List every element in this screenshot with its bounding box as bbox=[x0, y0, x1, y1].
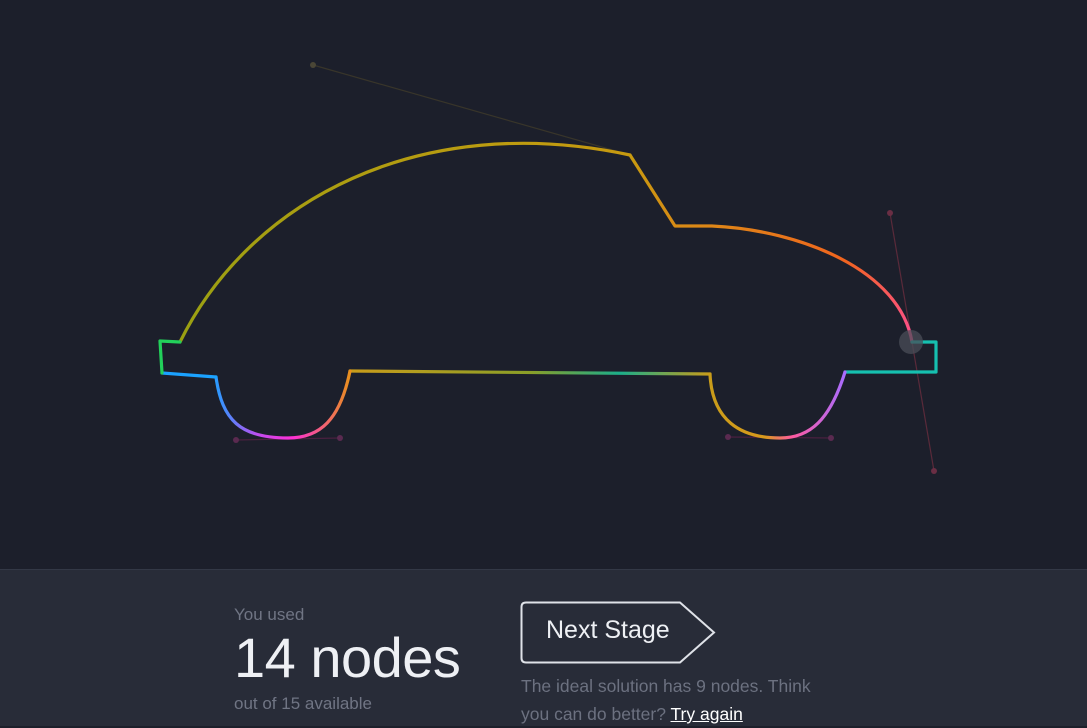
next-stage-label: Next Stage bbox=[546, 616, 670, 644]
control-handles[interactable] bbox=[233, 62, 937, 474]
control-point[interactable] bbox=[931, 468, 937, 474]
result-panel: You used 14 nodes out of 15 available Ne… bbox=[0, 569, 1087, 726]
nodes-count: 14 nodes bbox=[234, 626, 461, 689]
control-point[interactable] bbox=[337, 435, 343, 441]
hint-text: The ideal solution has 9 nodes. Think yo… bbox=[521, 672, 841, 728]
available-label: out of 15 available bbox=[234, 694, 372, 713]
car-rear-bumper-bottom bbox=[160, 371, 218, 379]
car-rear-bumper-side bbox=[158, 339, 182, 375]
next-stage-button[interactable]: Next Stage bbox=[520, 601, 718, 665]
car-underside bbox=[348, 369, 712, 376]
used-label: You used bbox=[234, 605, 305, 624]
car-windshield-and-hood bbox=[628, 153, 914, 344]
hint-message: The ideal solution has 9 nodes. Think yo… bbox=[521, 676, 811, 724]
car-front-wheel-arch bbox=[708, 370, 847, 440]
control-point[interactable] bbox=[887, 210, 893, 216]
car-rear-wheel-arch bbox=[214, 369, 352, 440]
control-point[interactable] bbox=[310, 62, 316, 68]
try-again-link[interactable]: Try again bbox=[671, 704, 743, 724]
drawing-canvas[interactable] bbox=[0, 0, 1087, 569]
control-point[interactable] bbox=[828, 435, 834, 441]
control-point[interactable] bbox=[233, 437, 239, 443]
car-roof-curve bbox=[178, 141, 632, 344]
control-point[interactable] bbox=[725, 434, 731, 440]
selected-node-handle[interactable] bbox=[899, 330, 923, 354]
car-shape-drawing[interactable] bbox=[0, 0, 1087, 569]
car-front-bumper bbox=[843, 340, 938, 374]
